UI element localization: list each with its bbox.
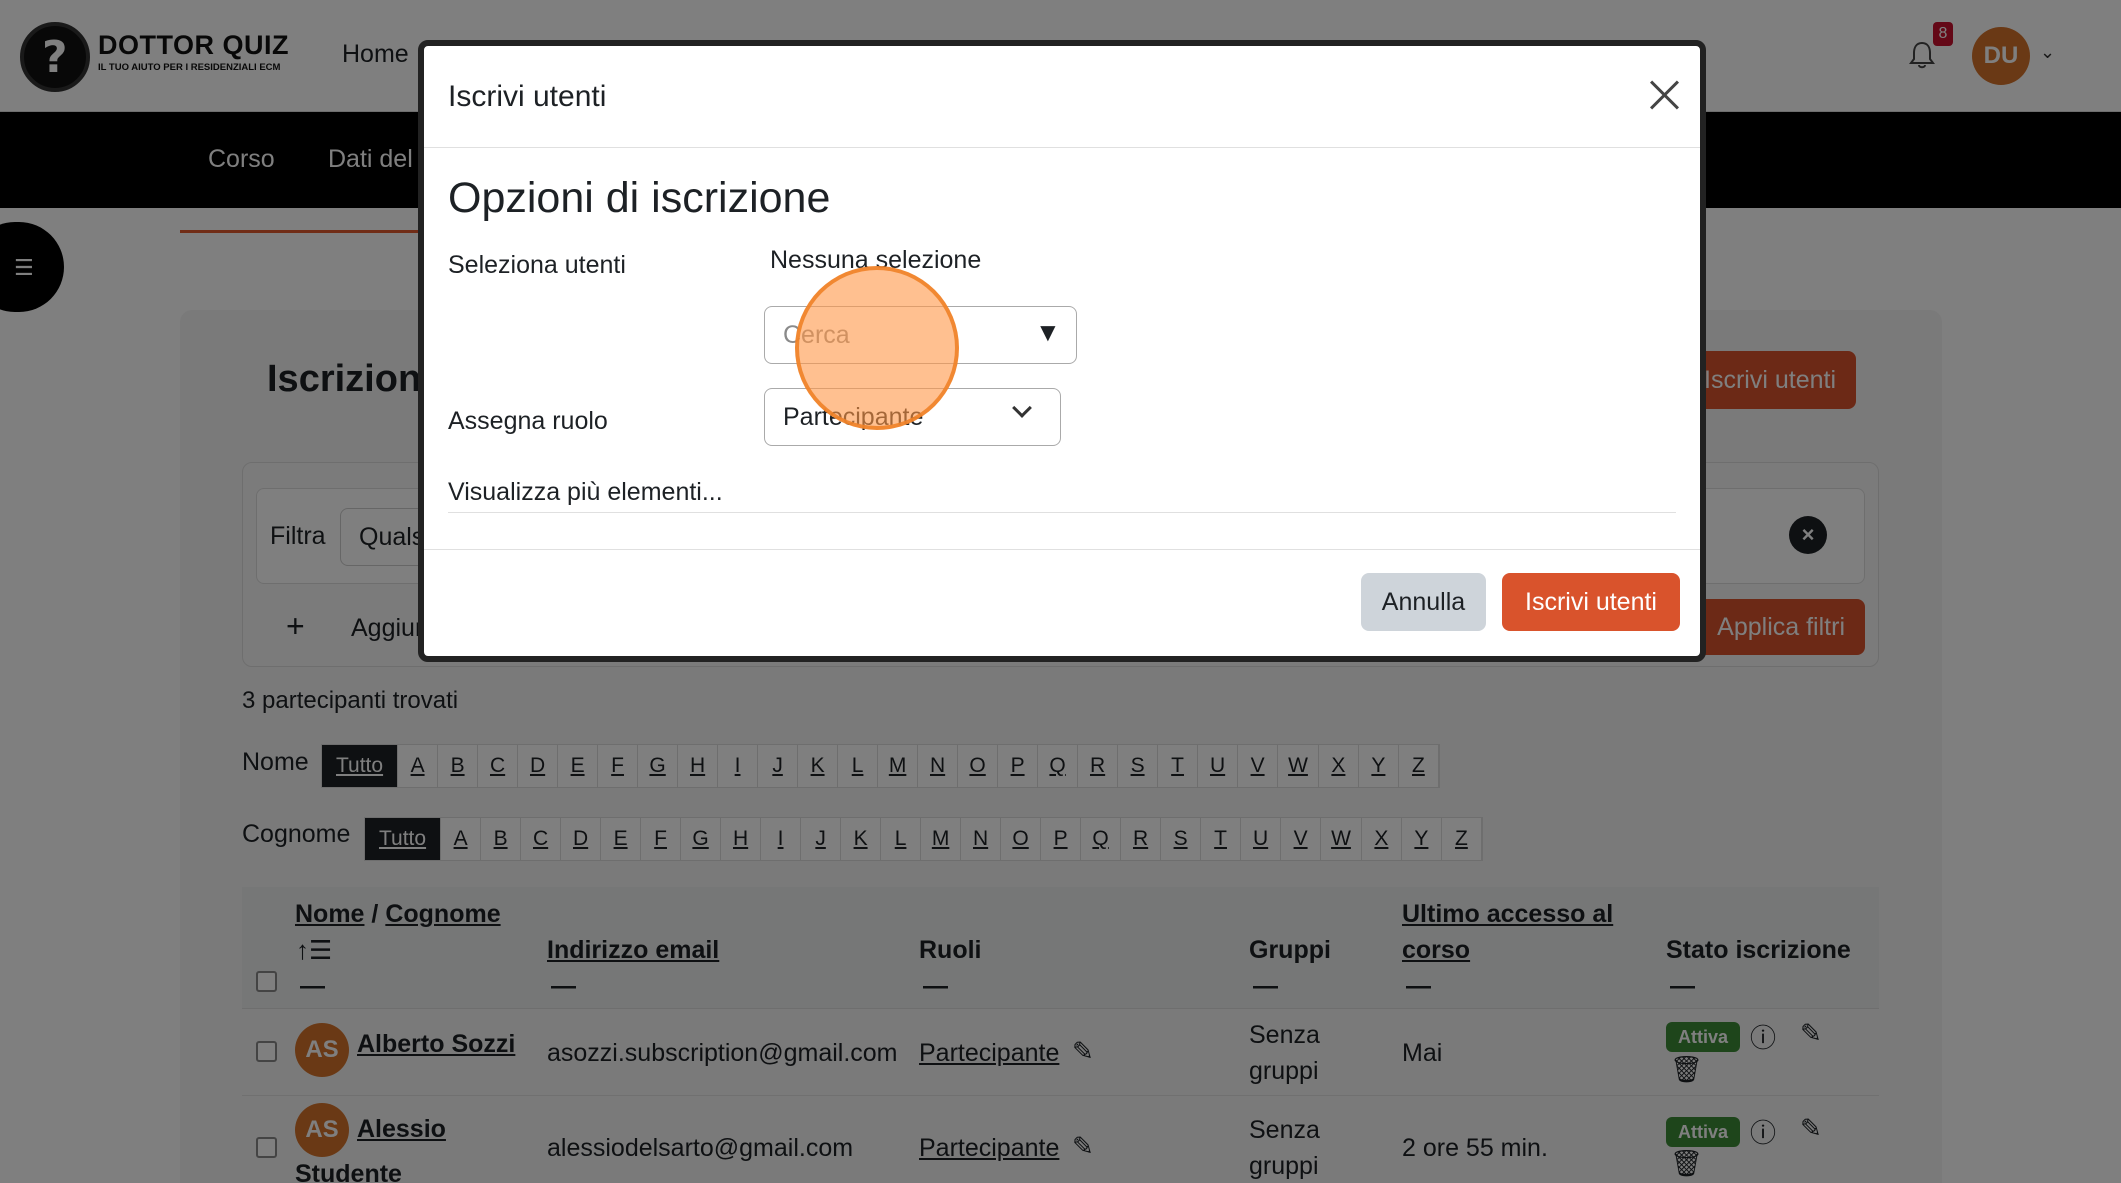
chevron-down-icon — [1012, 398, 1032, 418]
divider — [448, 512, 1676, 513]
dialog-footer-divider — [424, 549, 1700, 550]
enrol-users-dialog: Iscrivi utenti Opzioni di iscrizione Sel… — [418, 40, 1706, 662]
dialog-header: Iscrivi utenti — [424, 46, 1700, 148]
enrolment-options-heading: Opzioni di iscrizione — [448, 174, 831, 222]
enrol-users-submit-button[interactable]: Iscrivi utenti — [1502, 573, 1680, 631]
click-highlight-marker — [795, 266, 959, 430]
dropdown-arrow-icon[interactable]: ▼ — [1035, 317, 1061, 348]
cancel-button[interactable]: Annulla — [1361, 573, 1486, 631]
show-more-link[interactable]: Visualizza più elementi... — [448, 478, 723, 507]
dialog-title: Iscrivi utenti — [448, 80, 607, 113]
select-users-label: Seleziona utenti — [448, 251, 626, 279]
close-icon[interactable] — [1646, 76, 1682, 112]
assign-role-label: Assegna ruolo — [448, 407, 608, 435]
